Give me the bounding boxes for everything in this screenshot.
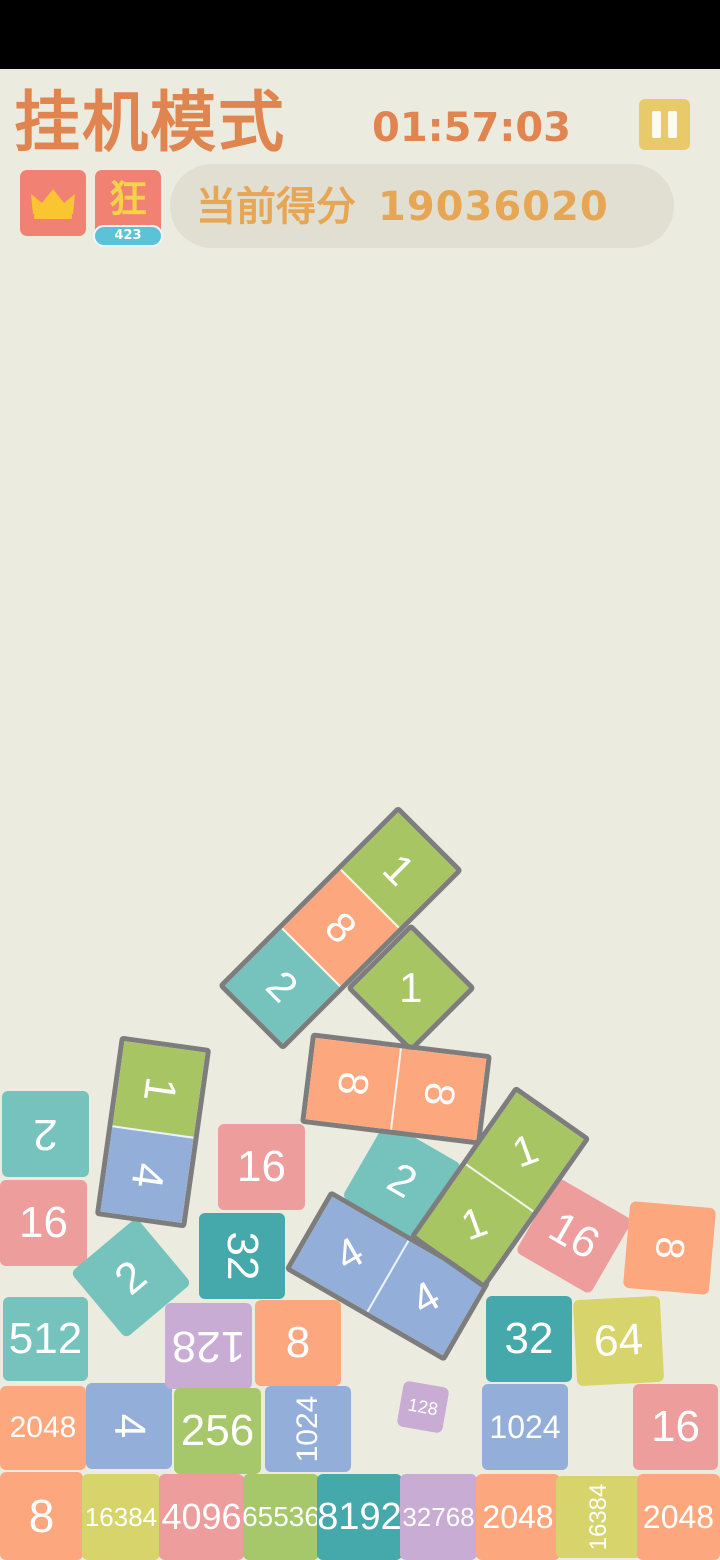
tile-2048: 2048 xyxy=(637,1474,720,1560)
block-cell-label: 1 xyxy=(506,1124,545,1177)
block-cell-label: 1 xyxy=(455,1196,494,1249)
tile-1024: 1024 xyxy=(265,1386,351,1472)
block-cell-label: 1 xyxy=(373,844,424,895)
block-cell-label: 4 xyxy=(121,1159,174,1191)
game-board[interactable]: 2 16 512 2048 8 2 4 16384 128 256 4096 16 32 8 1024 655… xyxy=(0,0,720,1560)
tile-128: 128 xyxy=(165,1303,252,1389)
tile-16: 16 xyxy=(633,1384,718,1470)
tile-16384: 16384 xyxy=(556,1476,642,1558)
tile-256: 256 xyxy=(174,1388,261,1474)
block-cell-label: 8 xyxy=(414,1079,465,1109)
block-cell-label: 4 xyxy=(326,1227,371,1280)
tile-16: 16 xyxy=(218,1124,305,1210)
falling-block[interactable]: 14 xyxy=(94,1035,212,1229)
tile-8: 8 xyxy=(622,1200,717,1296)
tile-16: 16 xyxy=(0,1180,87,1266)
tile-64: 64 xyxy=(572,1295,665,1387)
block-cell-label: 1 xyxy=(399,963,423,1011)
block-cell-label: 4 xyxy=(403,1271,447,1324)
tile-512: 512 xyxy=(3,1297,88,1381)
tile-32768: 32768 xyxy=(400,1474,477,1560)
tile-32: 32 xyxy=(199,1213,285,1299)
block-cell-8: 8 xyxy=(305,1037,401,1130)
tile-8192: 8192 xyxy=(317,1474,402,1560)
block-cell-label: 1 xyxy=(133,1073,186,1105)
block-cell-label: 8 xyxy=(328,1069,379,1099)
tile-2048: 2048 xyxy=(476,1474,560,1560)
tile-2: 2 xyxy=(2,1091,89,1177)
tile-2048: 2048 xyxy=(0,1386,86,1470)
block-cell-label: 2 xyxy=(257,960,308,1011)
tile-8: 8 xyxy=(255,1300,341,1386)
block-cell-4: 4 xyxy=(100,1125,194,1223)
tile-65536: 65536 xyxy=(243,1474,319,1560)
block-cell-8: 8 xyxy=(390,1048,487,1141)
tile-32: 32 xyxy=(486,1296,572,1382)
tile-128: 128 xyxy=(396,1380,450,1434)
tile-4096: 4096 xyxy=(159,1474,244,1560)
tile-1024: 1024 xyxy=(482,1384,568,1470)
tile-16384: 16384 xyxy=(82,1474,160,1560)
tile-4: 4 xyxy=(86,1383,172,1469)
tile-8: 8 xyxy=(0,1472,83,1560)
falling-block[interactable]: 88 xyxy=(300,1032,492,1146)
block-cell-label: 8 xyxy=(315,902,366,953)
block-cell-1: 1 xyxy=(112,1041,206,1137)
